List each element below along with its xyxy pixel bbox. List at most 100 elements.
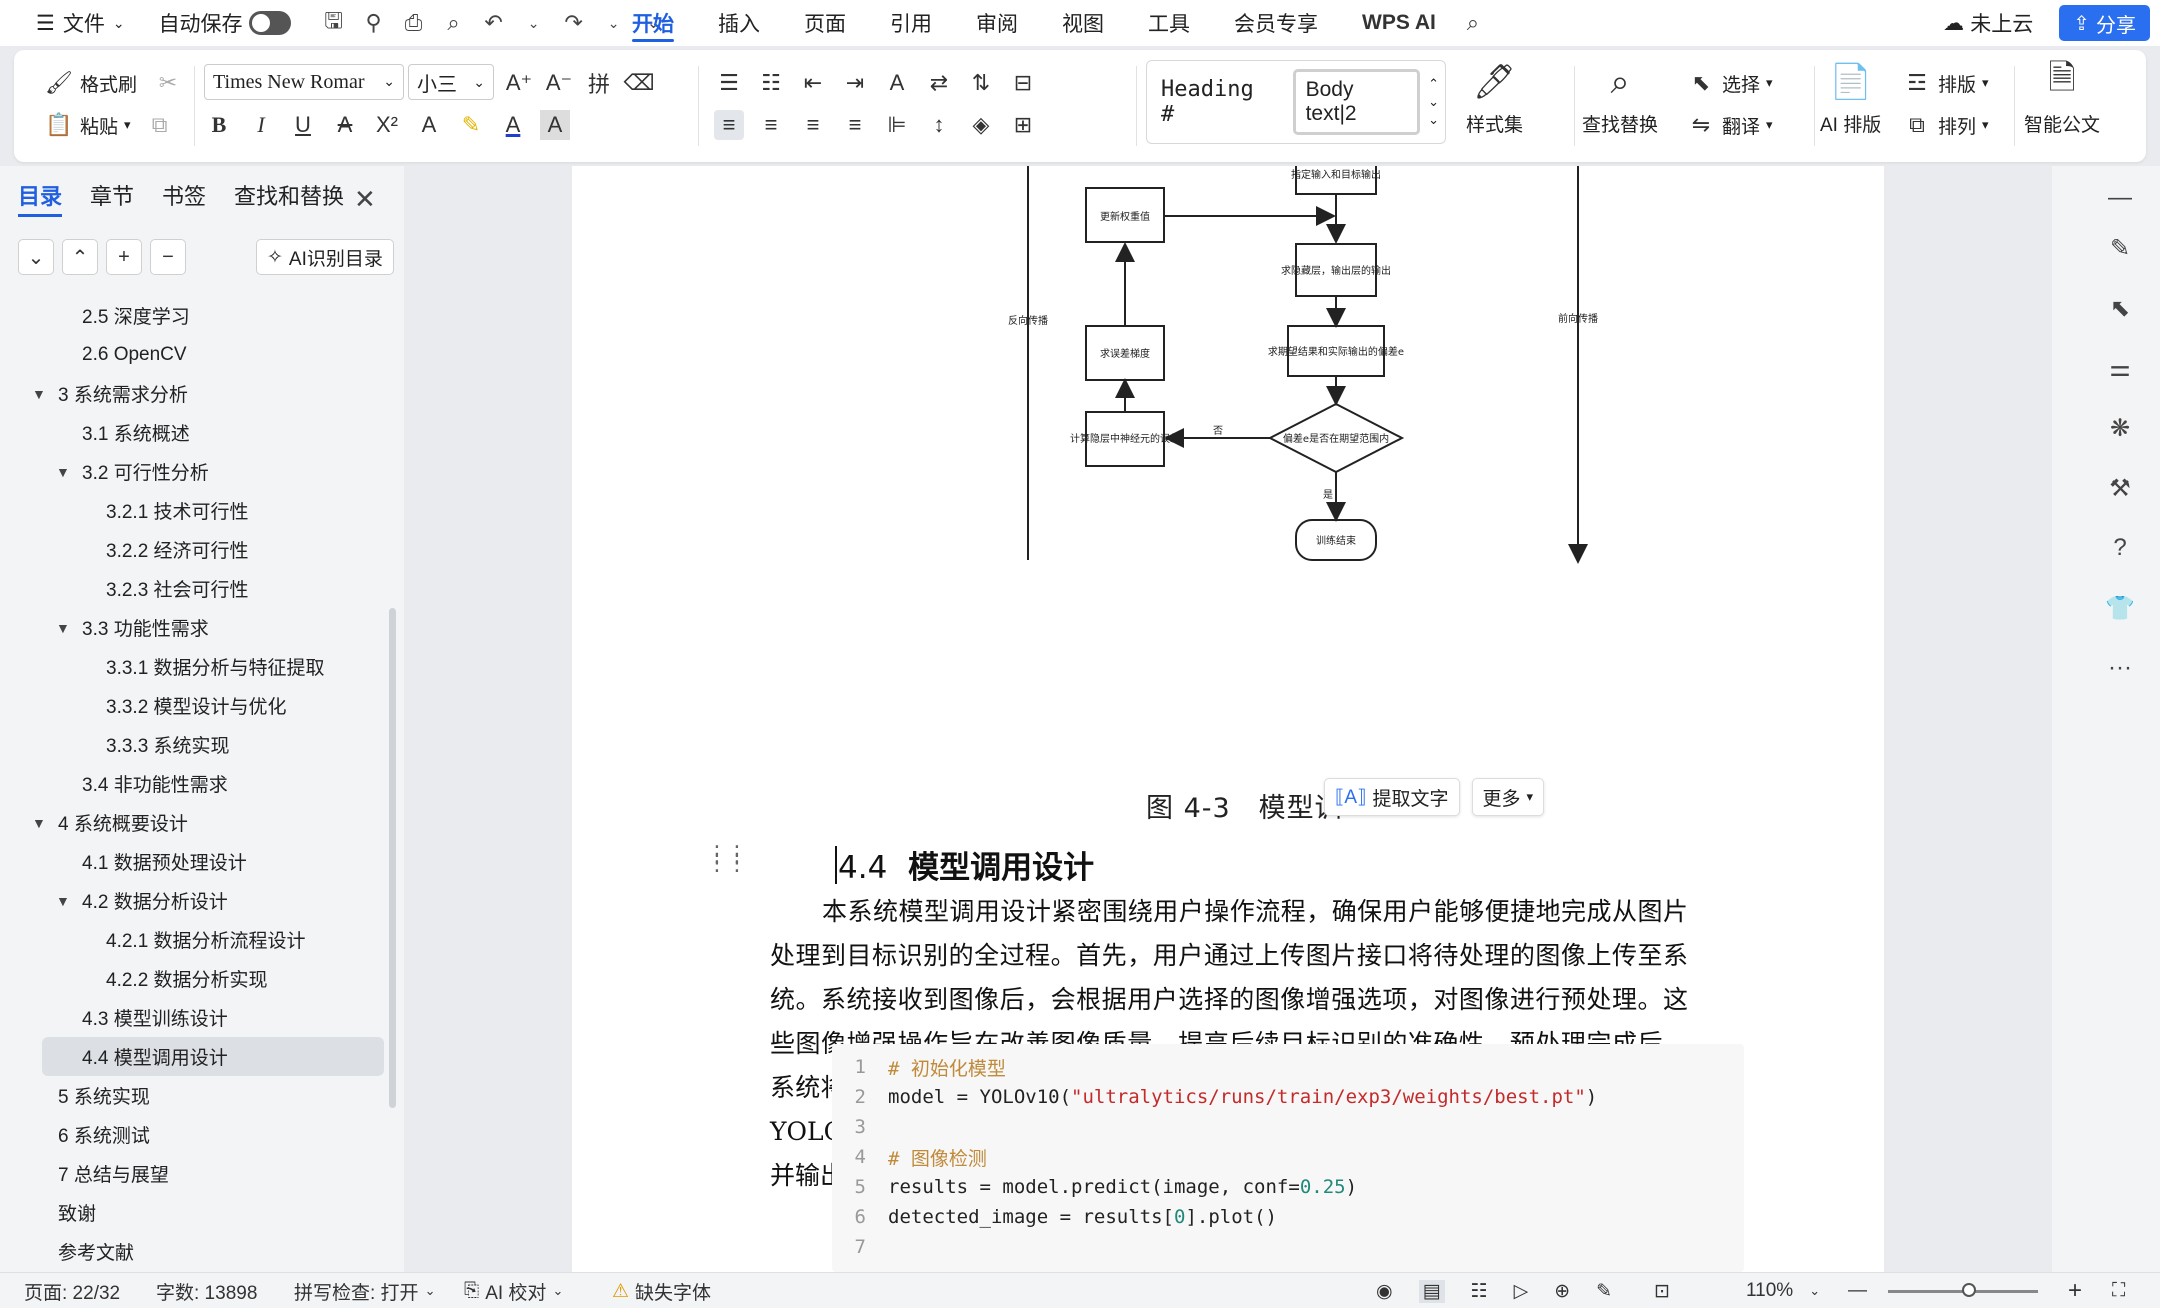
toc-item[interactable]: 3.1 系统概述 [0,413,390,452]
tab-8[interactable]: WPS AI [1350,0,1448,46]
tab-0[interactable]: 开始 [620,0,686,46]
tab-6[interactable]: 工具 [1136,0,1202,46]
increase-indent-icon[interactable]: ⇥ [840,68,870,98]
italic-icon[interactable]: I [246,110,276,140]
expand-caret-icon[interactable]: ▼ [56,464,70,480]
toc-item[interactable]: ▼ 3.3 功能性需求 [0,608,390,647]
bold-icon[interactable]: B [204,110,234,140]
save-icon[interactable]: 🖫 [319,8,349,38]
brain-icon[interactable]: ❋ [2100,408,2140,448]
redo-icon[interactable]: ↷ [559,8,589,38]
toc-item[interactable]: ▼ 4.2 数据分析设计 [0,881,390,920]
superscript-icon[interactable]: X² [372,110,402,140]
toc-item[interactable]: 6 系统测试 [0,1115,390,1154]
toc-item[interactable]: 3.2.3 社会可行性 [0,569,390,608]
tab-5[interactable]: 视图 [1050,0,1116,46]
align-right-icon[interactable]: ≡ [798,110,828,140]
typeset-button[interactable]: ☲ 排版 ▾ [1902,68,1988,98]
toc-item[interactable]: 5 系统实现 [0,1076,390,1115]
justify-icon[interactable]: ≡ [840,110,870,140]
font-name-select[interactable]: Times New Romar ⌄ [204,64,404,100]
cut-icon[interactable]: ✂ [153,68,183,98]
swap-icon[interactable]: ⇄ [924,68,954,98]
toc-item[interactable]: 4.4 模型调用设计 [42,1037,384,1076]
fullscreen-icon[interactable]: ⛶ [2112,1273,2125,1308]
zoom-out-icon[interactable]: — [1848,1273,1867,1308]
shirt-icon[interactable]: 👕 [2100,588,2140,628]
format-painter-button[interactable]: 🖌 格式刷 ✂ [44,68,183,98]
paste-button[interactable]: 📋 粘贴 ▾ ⧉ [44,110,175,140]
ai-toc-button[interactable]: ✧ AI识别目录 [256,239,394,275]
zoom-in-icon[interactable]: + [2068,1273,2082,1308]
edit-icon[interactable]: ✎ [1596,1280,1612,1303]
toc-item[interactable]: ▼ 4 系统概要设计 [0,803,390,842]
find-replace-button[interactable]: ⌕ 查找替换 [1582,62,1658,137]
shading-icon[interactable]: ◈ [966,110,996,140]
collapse-all-icon[interactable]: ⌄ [18,239,54,275]
file-menu[interactable]: ☰ 文件 ⌄ [24,0,137,46]
toc-item[interactable]: ▼ 3 系统需求分析 [0,374,390,413]
distribute-icon[interactable]: ⊫ [882,110,912,140]
drag-handle-icon[interactable]: ⋮⋮ ⋮⋮ [706,843,748,874]
cursor-icon[interactable]: ⬉ [2100,288,2140,328]
undo-icon[interactable]: ↶ [479,8,509,38]
code-block[interactable]: 1 # 初始化模型 2 model = YOLOv10("ultralytics… [832,1044,1744,1272]
style-body-text[interactable]: Body text|2 [1292,69,1421,135]
expand-caret-icon[interactable]: ▼ [56,893,70,909]
chevron-down-icon[interactable]: ⌄ [519,8,549,38]
toc-item[interactable]: ▼ 3.2 可行性分析 [0,452,390,491]
numbered-list-icon[interactable]: ☷ [756,68,786,98]
play-icon[interactable]: ▷ [1514,1280,1529,1303]
toc-item[interactable]: 致谢 [0,1193,390,1232]
pin-icon[interactable]: ⚲ [359,8,389,38]
tools-icon[interactable]: ⚒ [2100,468,2140,508]
bullet-list-icon[interactable]: ☰ [714,68,744,98]
toc-item[interactable]: 2.5 深度学习 [0,296,390,335]
toc-item[interactable]: 3.3.2 模型设计与优化 [0,686,390,725]
font-size-select[interactable]: 小三 ⌄ [408,64,494,100]
decrease-indent-icon[interactable]: ⇤ [798,68,828,98]
underline-icon[interactable]: U [288,110,318,140]
help-icon[interactable]: ? [2100,528,2140,568]
gallery-scroll-icon[interactable]: ⌃ ⌄ ⌄ [1428,75,1439,129]
expand-up-icon[interactable]: ⌃ [62,239,98,275]
smart-doc-button[interactable]: 🗎 智能公文 [2024,59,2100,137]
search-icon[interactable]: ⌕ [1458,8,1488,38]
border-icon[interactable]: ⊞ [1008,110,1038,140]
font-color-icon[interactable]: A [498,110,528,140]
tab-2[interactable]: 页面 [792,0,858,46]
zoom-slider-knob[interactable] [1962,1283,1976,1297]
tab-7[interactable]: 会员专享 [1222,0,1330,46]
print-preview-icon[interactable]: ⌕ [439,8,469,38]
nav-tab-1[interactable]: 章节 [90,179,134,217]
print-icon[interactable]: ⎙ [399,8,429,38]
style-heading[interactable]: Heading # [1153,77,1285,127]
spell-check[interactable]: 拼写检查: 打开 ⌄ [294,1273,435,1308]
toc-item[interactable]: 4.2.1 数据分析流程设计 [0,920,390,959]
outline-view-icon[interactable]: ☷ [1471,1280,1488,1303]
nav-tab-3[interactable]: 查找和替换 [234,179,344,217]
copy-icon[interactable]: ⧉ [145,110,175,140]
arrange-button[interactable]: ⧉ 排列 ▾ [1902,110,1988,140]
more-button[interactable]: 更多 ▾ [1471,778,1545,816]
minimize-rail-icon[interactable]: — [2100,178,2140,218]
select-button[interactable]: ⬉ 选择 ▾ [1686,68,1773,98]
missing-font[interactable]: ⚠ 缺失字体 [612,1273,711,1308]
grow-font-icon[interactable]: A⁺ [504,68,534,98]
sort-icon[interactable]: ⇅ [966,68,996,98]
text-effect-icon[interactable]: A [414,110,444,140]
style-set-button[interactable]: 🖊 样式集 [1466,62,1523,137]
toc-item[interactable]: 3.3.3 系统实现 [0,725,390,764]
line-spacing-icon[interactable]: ↕ [924,110,954,140]
toc-item[interactable]: 7 总结与展望 [0,1154,390,1193]
nav-tab-2[interactable]: 书签 [162,179,206,217]
show-marks-icon[interactable]: ⊟ [1008,68,1038,98]
align-center-icon[interactable]: ≡ [756,110,786,140]
remove-heading-icon[interactable]: − [150,239,186,275]
more-icon[interactable]: ··· [2100,648,2140,688]
toc-item[interactable]: 2.6 OpenCV [0,335,390,374]
toc-item[interactable]: 3.4 非功能性需求 [0,764,390,803]
strikethrough-icon[interactable]: A [330,110,360,140]
expand-caret-icon[interactable]: ▼ [32,815,46,831]
ai-proofread[interactable]: ⎘ AI 校对 ⌄ [464,1273,563,1308]
